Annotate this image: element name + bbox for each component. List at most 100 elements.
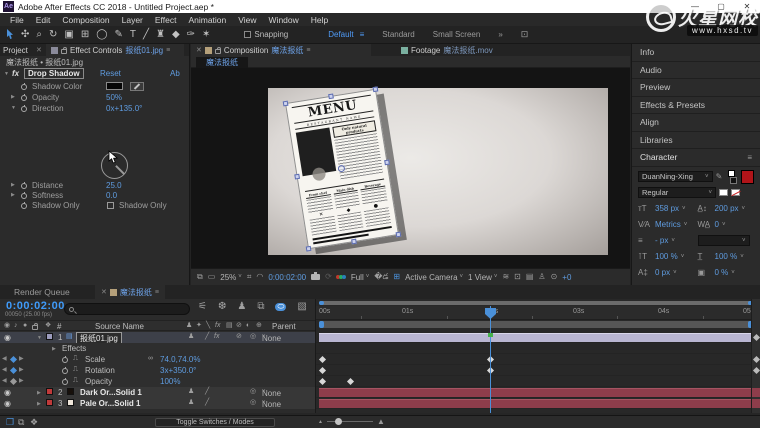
panel-menu-icon[interactable]: ≡ bbox=[166, 47, 170, 54]
selection-handle[interactable] bbox=[294, 174, 300, 180]
timeline-search-input[interactable] bbox=[74, 304, 174, 314]
layer-row-1[interactable]: ◉ ▼ 1 ▤ 报纸01.jpg ♟ ╱ fx ⊘ ◎ None ˅ bbox=[0, 332, 315, 343]
work-area-bar[interactable] bbox=[319, 321, 753, 328]
current-time-display[interactable]: 0:00:02:00 bbox=[268, 273, 306, 282]
magnification-dropdown[interactable]: 25%˅ bbox=[220, 273, 242, 282]
distance-value[interactable]: 25.0 bbox=[106, 181, 122, 190]
eye-icon[interactable]: ◉ bbox=[4, 388, 11, 397]
composition-viewer[interactable]: MENU RESTAURANT NAME Only natural produc… bbox=[191, 68, 630, 268]
tracking-value[interactable]: 0 bbox=[715, 220, 719, 229]
viewer-tab[interactable]: 魔法报纸 bbox=[196, 57, 248, 68]
channels-icon[interactable] bbox=[337, 275, 346, 279]
stopwatch-icon[interactable] bbox=[62, 379, 68, 385]
frame-blend-switch-icon[interactable]: ▤ bbox=[226, 322, 233, 329]
prev-keyframe-icon[interactable]: ◀ bbox=[2, 366, 7, 373]
pixel-aspect-icon[interactable]: ≋ bbox=[502, 273, 509, 281]
parent-pickwhip-icon[interactable]: ◎ bbox=[250, 399, 256, 406]
snapshot-icon[interactable] bbox=[311, 274, 320, 280]
playhead-line[interactable] bbox=[490, 306, 491, 413]
font-style-select[interactable]: Regular˅ bbox=[638, 187, 716, 198]
layer-bar[interactable] bbox=[319, 388, 753, 397]
keyframe[interactable] bbox=[347, 378, 354, 385]
draft-3d-icon[interactable]: ❆ bbox=[218, 302, 226, 312]
shadow-only-checkbox[interactable] bbox=[107, 202, 114, 209]
selection-handle[interactable] bbox=[328, 93, 334, 99]
panel-menu-icon[interactable]: ≡ bbox=[306, 47, 310, 54]
tab-render-queue[interactable]: Render Queue bbox=[14, 287, 70, 297]
menu-composition[interactable]: Composition bbox=[56, 15, 115, 25]
panel-menu-icon[interactable]: ≡ bbox=[747, 153, 752, 162]
kerning-value[interactable]: Metrics bbox=[655, 220, 681, 229]
eye-icon[interactable]: ◉ bbox=[4, 399, 11, 408]
hand-tool-icon[interactable]: ✣ bbox=[21, 30, 29, 40]
transform-box-icon[interactable]: ❖ bbox=[30, 418, 38, 427]
eyedropper-icon[interactable] bbox=[130, 82, 144, 91]
fast-previews-icon[interactable]: ⊡ bbox=[514, 273, 521, 281]
layer-row-3[interactable]: ◉ ▶ 3 Pale Or...Solid 1 ♟ ╱ ◎ None ˅ bbox=[0, 398, 315, 409]
lock-column-icon[interactable] bbox=[32, 325, 38, 330]
toggle-switches-modes-button[interactable]: Toggle Switches / Modes bbox=[155, 418, 275, 427]
zoom-knob[interactable] bbox=[335, 418, 342, 425]
font-family-select[interactable]: DuanNing-Xing˅ bbox=[638, 171, 713, 182]
track-layer-3[interactable] bbox=[316, 398, 760, 409]
region-of-interest-icon[interactable]: �డ bbox=[374, 273, 388, 281]
motion-blur-icon[interactable]: ⬭ bbox=[275, 303, 286, 311]
quality-icon[interactable]: ╱ bbox=[205, 388, 209, 395]
track-layer-2[interactable] bbox=[316, 387, 760, 398]
newspaper-layer[interactable]: MENU RESTAURANT NAME Only natural produc… bbox=[285, 89, 399, 250]
layer-expand-icon[interactable]: ▼ bbox=[37, 335, 42, 341]
effect-about-link[interactable]: Ab bbox=[170, 69, 180, 78]
timeline-ruler[interactable]: 00s 01s 02s 03s 04s 05s bbox=[316, 306, 760, 320]
label-column-icon[interactable]: ❖ bbox=[45, 322, 51, 329]
zoom-tool-icon[interactable]: ⌕ bbox=[36, 30, 42, 40]
keyframe-toggle-icon[interactable] bbox=[10, 367, 17, 374]
selection-handle[interactable] bbox=[351, 239, 357, 245]
layer-name[interactable]: Dark Or...Solid 1 bbox=[80, 388, 142, 397]
stroke-over-fill-icon[interactable] bbox=[719, 189, 728, 196]
fill-color-swatch[interactable] bbox=[741, 170, 754, 184]
dropdown-caret-icon[interactable]: ˅ bbox=[671, 238, 675, 244]
tab-footage[interactable]: Footage 魔法报纸.mov bbox=[401, 44, 493, 56]
workspace-small-screen[interactable]: Small Screen bbox=[433, 30, 481, 39]
link-dimensions-icon[interactable]: ∞ bbox=[148, 355, 153, 362]
timeline-button-icon[interactable]: ▤ bbox=[526, 273, 534, 281]
layer-bar[interactable] bbox=[319, 399, 753, 408]
view-layout-dropdown[interactable]: 1 View˅ bbox=[468, 273, 497, 282]
prev-keyframe-icon[interactable]: ◀ bbox=[2, 377, 7, 384]
next-keyframe-icon[interactable]: ▶ bbox=[19, 366, 24, 373]
motion-blur-switch-icon[interactable]: ⊘ bbox=[236, 322, 242, 329]
layer-row-2[interactable]: ◉ ▶ 2 Dark Or...Solid 1 ♟ ╱ ◎ None ˅ bbox=[0, 387, 315, 398]
dropdown-caret-icon[interactable]: ˅ bbox=[684, 222, 688, 228]
panel-header-character[interactable]: Character ≡ bbox=[632, 149, 760, 167]
effect-expand-icon[interactable]: ▼ bbox=[4, 71, 9, 77]
panel-header-libraries[interactable]: Libraries bbox=[632, 132, 760, 150]
timeline-timecode[interactable]: 0:00:02:00 bbox=[6, 300, 65, 312]
leading-value[interactable]: 200 px bbox=[715, 204, 739, 213]
timeline-search[interactable] bbox=[64, 303, 190, 315]
composition-tab-close-icon[interactable]: ✕ bbox=[196, 46, 202, 54]
roto-brush-tool-icon[interactable]: ✑ bbox=[187, 30, 195, 40]
tab-project[interactable]: Project bbox=[3, 46, 28, 55]
selection-handle[interactable] bbox=[373, 86, 379, 92]
eye-icon[interactable]: ◉ bbox=[4, 333, 11, 342]
stopwatch-icon[interactable] bbox=[62, 368, 68, 374]
frame-blending-icon[interactable]: ⧉ bbox=[257, 302, 264, 312]
fx-switch-icon[interactable]: fx bbox=[215, 322, 220, 329]
layer-expand-icon[interactable]: ▶ bbox=[37, 401, 41, 407]
baseline-shift-value[interactable]: 0 px bbox=[655, 268, 670, 277]
eraser-tool-icon[interactable]: ◆ bbox=[172, 30, 180, 40]
shape-tool-icon[interactable]: ◯ bbox=[96, 30, 107, 40]
flowchart-button-icon[interactable]: ♙ bbox=[538, 273, 545, 281]
menu-window[interactable]: Window bbox=[263, 15, 305, 25]
tab-effect-controls[interactable]: Effect Controls 报纸01.jpg ≡ bbox=[46, 44, 184, 56]
opacity-property-row[interactable]: ◀ ▶ ⎍ Opacity 100% bbox=[0, 376, 315, 387]
stamp-tool-icon[interactable]: ♜ bbox=[156, 30, 165, 40]
adjustment-switch-icon[interactable]: ◐ bbox=[246, 322, 250, 329]
workspace-overflow[interactable]: » bbox=[498, 30, 502, 39]
timeline-navigator-bar[interactable] bbox=[319, 301, 753, 305]
dropdown-caret-icon[interactable]: ˅ bbox=[681, 254, 685, 260]
label-chip[interactable] bbox=[46, 388, 53, 395]
zoom-in-icon[interactable]: ▲ bbox=[377, 417, 385, 426]
direction-value[interactable]: 0x+135.0° bbox=[106, 104, 142, 113]
workspace-menu-icon[interactable]: ≡ bbox=[360, 30, 365, 39]
